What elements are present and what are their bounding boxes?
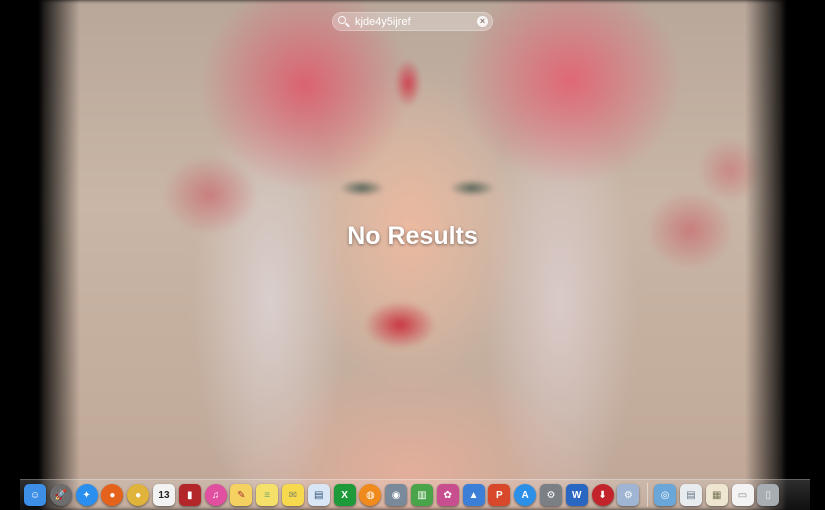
notes-icon[interactable]: ✉: [281, 484, 304, 506]
numbers-icon[interactable]: ▥: [410, 484, 433, 506]
finder-icon[interactable]: ☺: [24, 484, 46, 506]
documents-stack-icon[interactable]: ▤: [679, 484, 702, 506]
keynote-icon[interactable]: ▲: [462, 484, 485, 506]
photo-booth-icon[interactable]: ▮: [178, 484, 201, 506]
utility-icon[interactable]: ⚙: [617, 484, 640, 506]
safari-icon[interactable]: ✦: [75, 484, 98, 506]
search-input[interactable]: kjde4y5ijref: [355, 16, 477, 28]
left-vignette: [0, 0, 80, 510]
applications-folder-icon[interactable]: ◎: [654, 484, 677, 506]
calendar-icon[interactable]: 13: [152, 484, 175, 506]
excel-icon[interactable]: X: [333, 484, 356, 506]
right-vignette: [745, 0, 825, 510]
firefox-icon[interactable]: ●: [101, 484, 124, 506]
photo-app-icon[interactable]: ✿: [436, 484, 459, 506]
launchpad-screen: kjde4y5ijref × No Results ☺ 🚀 ✦ ● ● 13 ▮ ♫ ✎ ≡ ✉ ▤ X…: [0, 0, 825, 510]
ibooks-icon[interactable]: ◍: [359, 484, 382, 506]
clear-search-icon[interactable]: ×: [477, 16, 488, 27]
app-store-icon[interactable]: A: [514, 484, 537, 506]
chrome-icon[interactable]: ●: [127, 484, 150, 506]
search-icon: [337, 15, 351, 29]
itunes-icon[interactable]: ♫: [204, 484, 227, 506]
dock-separator: [647, 483, 649, 507]
trash-icon[interactable]: ▯: [757, 484, 780, 506]
search-field[interactable]: kjde4y5ijref ×: [332, 12, 493, 31]
stickies-icon[interactable]: ≡: [256, 484, 279, 506]
file-stack-icon[interactable]: ▭: [731, 484, 754, 506]
blurred-wallpaper: [40, 0, 785, 510]
downloader-icon[interactable]: ⬇: [591, 484, 614, 506]
dock-items: ☺ 🚀 ✦ ● ● 13 ▮ ♫ ✎ ≡ ✉ ▤ X ◍ ◉ ▥ ✿ ▲ P A ⚙ W ⬇ ⚙ ◎ ▤ ▦ ▭ ▯: [24, 481, 783, 509]
downloads-stack-icon[interactable]: ▦: [705, 484, 728, 506]
no-results-message: No Results: [347, 222, 478, 250]
launchpad-icon[interactable]: 🚀: [49, 484, 72, 506]
system-preferences-icon[interactable]: ⚙: [539, 484, 562, 506]
preview-icon[interactable]: ▤: [307, 484, 330, 506]
textedit-icon[interactable]: ✎: [230, 484, 253, 506]
powerpoint-icon[interactable]: P: [488, 484, 511, 506]
word-icon[interactable]: W: [565, 484, 588, 506]
image-capture-icon[interactable]: ◉: [385, 484, 408, 506]
